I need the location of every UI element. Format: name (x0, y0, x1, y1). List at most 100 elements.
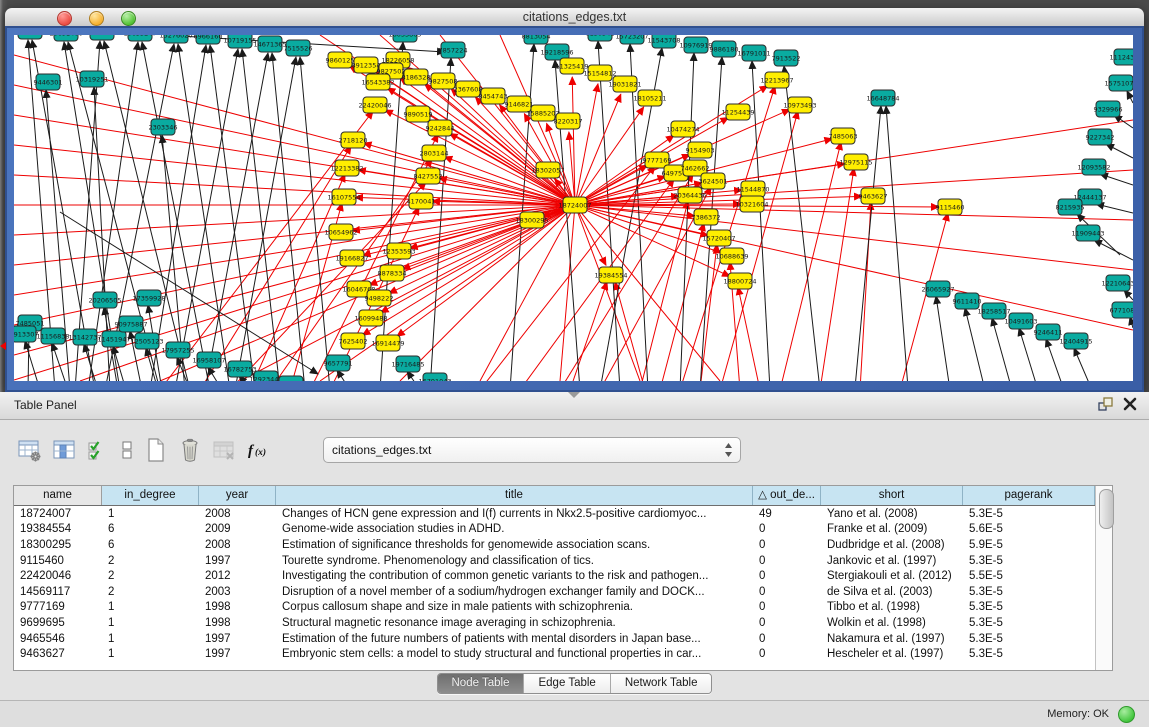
graph-node[interactable]: 6771081 (1110, 302, 1133, 318)
graph-node[interactable]: 9154903 (686, 142, 715, 158)
graph-node[interactable]: 11156838 (36, 328, 69, 344)
graph-node[interactable]: 18800724 (723, 273, 756, 289)
graph-node[interactable]: 10491603 (1004, 313, 1037, 329)
graph-node[interactable]: 7857224 (439, 42, 468, 58)
graph-node[interactable]: 18302057 (531, 162, 564, 178)
graph-node[interactable]: 12210643 (1101, 275, 1133, 291)
new-file-icon[interactable] (143, 436, 169, 464)
graph-node[interactable]: 10976919 (679, 37, 712, 53)
graph-node[interactable]: 16648784 (866, 90, 899, 106)
table-row[interactable]: 2242004622012Investigating the contribut… (14, 568, 1095, 584)
graph-node[interactable]: 15751074 (1104, 75, 1133, 91)
graph-node[interactable]: 16914479 (371, 335, 404, 351)
graph-node[interactable]: 15154812 (583, 65, 616, 81)
table-row[interactable]: 946554611997Estimation of the future num… (14, 631, 1095, 647)
rows-icon[interactable] (119, 436, 135, 464)
graph-node[interactable]: 18300295 (515, 212, 548, 228)
column-header-year[interactable]: year (199, 486, 276, 505)
float-window-icon[interactable] (1095, 395, 1117, 415)
graph-node[interactable]: 7913522 (772, 50, 801, 66)
column-header-pagerank[interactable]: pagerank (963, 486, 1095, 505)
column-header-title[interactable]: title (276, 486, 753, 505)
graph-node[interactable]: 10973493 (783, 97, 816, 113)
graph-node[interactable]: 10654962 (324, 224, 357, 240)
graph-node[interactable]: 19154103 (274, 376, 307, 381)
graph-node[interactable]: 9886180 (710, 41, 739, 57)
table-row[interactable]: 946362711997Embryonic stem cells: a mode… (14, 646, 1095, 662)
graph-node[interactable]: 8130541 (586, 35, 615, 41)
graph-node[interactable]: 7485063 (829, 128, 858, 144)
graph-node[interactable]: 16791011 (737, 45, 770, 61)
graph-node[interactable]: 9329966 (1094, 101, 1123, 117)
graph-node[interactable]: 11544870 (736, 181, 769, 197)
graph-node[interactable]: 2718120 (339, 132, 368, 148)
tab-network-table[interactable]: Network Table (610, 674, 712, 693)
tab-edge-table[interactable]: Edge Table (523, 674, 609, 693)
table-row[interactable]: 911546021997Tourette syndrome. Phenomeno… (14, 553, 1095, 569)
graph-node[interactable]: 3624501 (699, 173, 728, 189)
network-file-select[interactable]: citations_edges.txt (323, 437, 741, 463)
graph-node[interactable]: 15723207 (615, 35, 648, 44)
graph-node[interactable]: 16107554 (327, 189, 360, 205)
graph-node[interactable]: 9446301 (34, 74, 63, 90)
graph-node[interactable]: 18757240 (85, 35, 118, 40)
graph-node[interactable]: 24055724 (14, 35, 47, 39)
table-row[interactable]: 969969511998Structural magnetic resonanc… (14, 615, 1095, 631)
graph-node[interactable]: 9242844 (426, 120, 455, 136)
table-row[interactable]: 1938455462009Genome-wide association stu… (14, 522, 1095, 538)
table-settings-icon[interactable] (17, 436, 43, 464)
window-titlebar[interactable]: citations_edges.txt (5, 8, 1144, 27)
graph-node[interactable]: 8454743 (479, 88, 508, 104)
function-icon[interactable]: f (x) (245, 436, 271, 464)
graph-node[interactable]: 19384554 (594, 267, 627, 283)
graph-node[interactable]: 10474274 (666, 121, 699, 137)
graph-node[interactable]: 12093582 (1077, 159, 1110, 175)
graph-node[interactable]: 8215935 (1056, 199, 1085, 215)
graph-node[interactable]: 3913307 (14, 326, 38, 342)
graph-node[interactable]: 19716485 (391, 356, 424, 372)
graph-node[interactable]: 16099488 (354, 310, 387, 326)
graph-node[interactable]: 10319251 (75, 71, 108, 87)
graph-node[interactable]: 12505123 (130, 333, 163, 349)
graph-node[interactable]: 20206505 (88, 292, 121, 308)
graph-node[interactable]: 12213382 (330, 160, 363, 176)
graph-node[interactable]: 16543382 (361, 74, 394, 90)
graph-node[interactable]: 10321604 (735, 196, 768, 212)
graph-node[interactable]: 8220317 (554, 113, 583, 129)
graph-node[interactable]: 18724007 (558, 197, 591, 213)
graph-node[interactable]: 10653247 (123, 35, 156, 41)
graph-node[interactable]: 7386372 (692, 209, 721, 225)
split-pane-handle[interactable] (568, 392, 580, 398)
graph-node[interactable]: 8813054 (522, 35, 551, 44)
column-visibility-icon[interactable] (51, 436, 77, 464)
network-canvas[interactable]: 2405572420691406187572401065324715276020… (14, 35, 1133, 381)
scrollbar-thumb[interactable] (1099, 489, 1114, 529)
graph-node[interactable]: 9463627 (859, 188, 888, 204)
graph-node[interactable]: 9860125 (326, 52, 355, 68)
column-header-out_degree[interactable]: △ out_de... (753, 486, 821, 505)
graph-node[interactable]: 14671365 (253, 36, 286, 52)
table-row[interactable]: 1872400712008Changes of HCN gene express… (14, 506, 1095, 522)
column-header-short[interactable]: short (821, 486, 963, 505)
graph-node[interactable]: 8186328 (402, 69, 431, 85)
graph-node[interactable]: 9890519 (404, 106, 433, 122)
graph-node[interactable]: 12975115 (839, 154, 872, 170)
graph-node[interactable]: 11451947 (97, 331, 130, 347)
graph-node[interactable]: 11543708 (647, 35, 680, 48)
graph-node[interactable]: 16958107 (192, 352, 225, 368)
close-icon[interactable] (1119, 395, 1141, 415)
graph-node[interactable]: 9246411 (1034, 324, 1063, 340)
graph-node[interactable]: 18105211 (633, 90, 666, 106)
graph-node[interactable]: 2803144 (420, 145, 449, 161)
graph-node[interactable]: 17957255 (161, 342, 194, 358)
citation-network-graph[interactable]: 2405572420691406187572401065324715276020… (14, 35, 1133, 381)
graph-node[interactable]: 9227342 (1086, 129, 1115, 145)
graph-node[interactable]: 16791043 (418, 373, 451, 381)
row-select-icon[interactable] (85, 436, 111, 464)
graph-node[interactable]: 12353593 (382, 243, 415, 259)
graph-node[interactable]: 16033809 (388, 35, 421, 42)
delete-icon[interactable] (177, 436, 203, 464)
graph-node[interactable]: 11909443 (1071, 225, 1104, 241)
graph-node[interactable]: 8878334 (378, 265, 407, 281)
table-row[interactable]: 1830029562008Estimation of significance … (14, 537, 1095, 553)
